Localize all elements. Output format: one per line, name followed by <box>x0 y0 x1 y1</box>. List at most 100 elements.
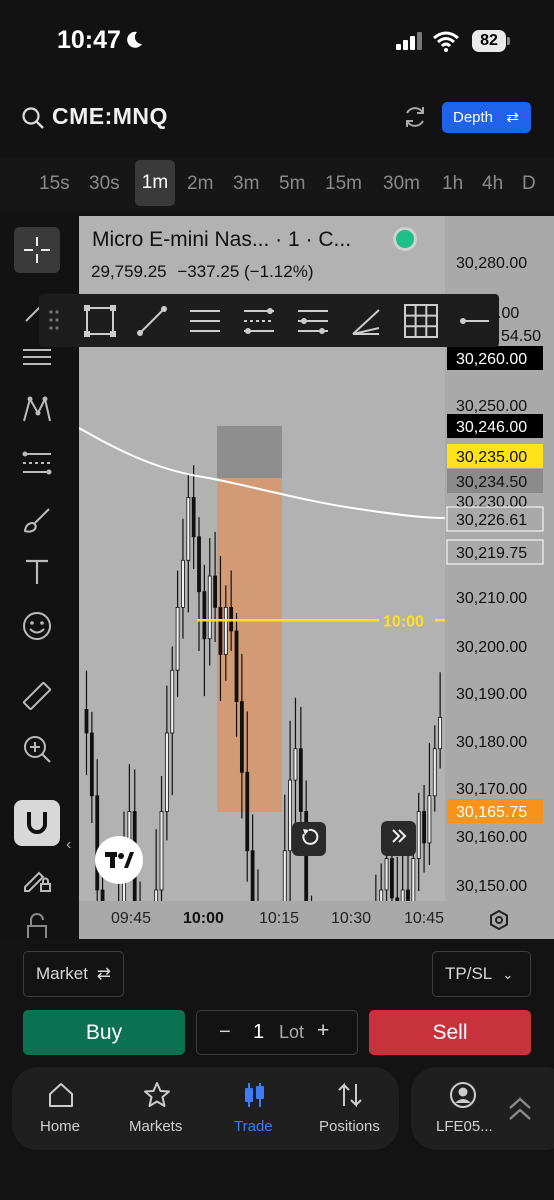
candle-body <box>245 771 250 852</box>
price-tag-label: 30,235.00 <box>456 449 527 466</box>
order-type-select[interactable]: Market ⇄ <box>23 951 124 997</box>
price-tag-label: 30,234.50 <box>456 474 527 491</box>
crosshair-icon[interactable] <box>14 227 60 273</box>
candle-body <box>282 850 287 901</box>
price-tick: 30,160.00 <box>456 829 527 846</box>
zoom-in-icon[interactable] <box>14 726 60 772</box>
candle-body <box>164 732 169 812</box>
price-tag: 30,219.75 <box>446 539 544 565</box>
price-tick: 30,210.00 <box>456 590 527 607</box>
chevron-up-icon[interactable] <box>507 1095 533 1128</box>
time-tick: 10:30 <box>331 910 372 927</box>
home-icon <box>47 1081 75 1114</box>
magnet-icon[interactable] <box>14 800 60 846</box>
candle-body <box>202 591 207 640</box>
ruler-icon[interactable] <box>14 673 60 719</box>
ray-icon[interactable] <box>457 306 491 341</box>
candle-body <box>422 811 426 844</box>
tab-1h[interactable]: 1h <box>442 173 463 195</box>
tpsl-label: TP/SL <box>445 964 492 983</box>
price-tick: 30,280.00 <box>456 255 527 272</box>
candle-body <box>89 732 94 797</box>
lock-draw-icon[interactable] <box>14 856 60 902</box>
line-tool-icon[interactable] <box>135 304 169 343</box>
candle-body <box>432 748 437 797</box>
depth-label: Depth <box>453 109 494 126</box>
price-tag: 30,226.61 <box>446 506 544 532</box>
increase-button[interactable]: + <box>317 1019 329 1043</box>
price-tag-label: 30,260.00 <box>456 351 527 368</box>
candle-body <box>298 748 303 812</box>
price-tick: 30,180.00 <box>456 734 527 751</box>
reset-icon <box>299 827 319 852</box>
drag-handle-icon[interactable] <box>48 308 60 337</box>
unlock-icon[interactable] <box>14 912 60 938</box>
price-tag: 30,260.00 <box>447 346 543 370</box>
price-tick: .00 <box>497 305 519 322</box>
candles-icon <box>240 1081 268 1114</box>
symbol-search[interactable]: CME:MNQ <box>52 103 168 130</box>
scroll-to-latest-button[interactable] <box>381 821 416 856</box>
tab-30s[interactable]: 30s <box>89 173 120 195</box>
fib-extension-icon[interactable] <box>296 304 330 343</box>
candle-body <box>406 889 410 901</box>
candle-body <box>207 575 212 640</box>
candle-body <box>250 850 255 901</box>
price-tick: 30,250.00 <box>456 398 527 415</box>
tab-4h[interactable]: 4h <box>482 173 503 195</box>
price-tag: 30,246.00 <box>447 414 543 438</box>
chevron-down-icon: ⌄ <box>502 967 514 982</box>
candle-body <box>427 795 432 844</box>
candle-body <box>197 536 201 593</box>
pattern-icon[interactable] <box>14 386 60 432</box>
sell-button[interactable]: Sell <box>369 1010 531 1055</box>
tab-2m[interactable]: 2m <box>187 173 213 195</box>
emoji-icon[interactable] <box>14 603 60 649</box>
candle-body <box>411 858 416 901</box>
decrease-button[interactable]: − <box>219 1021 231 1044</box>
search-icon[interactable] <box>21 106 45 135</box>
chart-settings-icon[interactable] <box>488 909 510 936</box>
legend-title[interactable]: Micro E-mini Nas... · 1 · C... <box>92 228 351 252</box>
trend-angle-icon[interactable] <box>349 304 383 343</box>
refresh-icon[interactable] <box>402 104 428 135</box>
tab-1m[interactable]: 1m <box>135 160 175 206</box>
account-button[interactable]: LFE05... <box>411 1067 554 1150</box>
grid-icon[interactable] <box>403 303 439 344</box>
brush-icon[interactable] <box>14 496 60 542</box>
nav-trade-label: Trade <box>234 1118 273 1135</box>
tab-30m[interactable]: 30m <box>383 173 420 195</box>
collapse-toolbar-icon[interactable]: ‹ <box>66 836 71 854</box>
candle-body <box>384 858 389 891</box>
fib-retracement-icon[interactable] <box>242 304 276 343</box>
tab-15s[interactable]: 15s <box>39 173 70 195</box>
candle-body <box>170 669 175 734</box>
price-change: −337.25 (−1.12%) <box>177 262 314 281</box>
tab-15m[interactable]: 15m <box>325 173 362 195</box>
gray-zone-box <box>217 426 282 478</box>
candle-body <box>416 811 421 859</box>
timeframe-bar: 15s 30s 1m 2m 3m 5m 15m 30m 1h 4h D <box>0 157 554 210</box>
time-tick: 09:45 <box>111 910 152 927</box>
candle-body <box>379 889 384 901</box>
fib-icon[interactable] <box>14 440 60 486</box>
tab-5m[interactable]: 5m <box>279 173 305 195</box>
nav-home-label: Home <box>40 1118 81 1135</box>
parallel-channel-icon[interactable] <box>188 304 222 343</box>
reset-chart-button[interactable] <box>292 822 326 856</box>
battery-cap <box>507 37 510 45</box>
tab-d[interactable]: D <box>522 173 536 195</box>
depth-button[interactable]: Depth ⇄ <box>442 102 531 133</box>
price-tag: 30,165.75 <box>447 799 543 823</box>
candle-body <box>239 701 244 773</box>
price-tag-label: 30,226.61 <box>456 512 527 529</box>
tpsl-select[interactable]: TP/SL ⌄ <box>432 951 531 997</box>
quantity-value[interactable]: 1 <box>253 1021 264 1044</box>
candle-body <box>390 858 394 899</box>
candle-body <box>84 709 89 734</box>
buy-button[interactable]: Buy <box>23 1010 185 1055</box>
text-icon[interactable] <box>14 549 60 595</box>
rectangle-tool-icon[interactable] <box>83 304 117 343</box>
tab-3m[interactable]: 3m <box>233 173 259 195</box>
avatar <box>449 1081 477 1114</box>
